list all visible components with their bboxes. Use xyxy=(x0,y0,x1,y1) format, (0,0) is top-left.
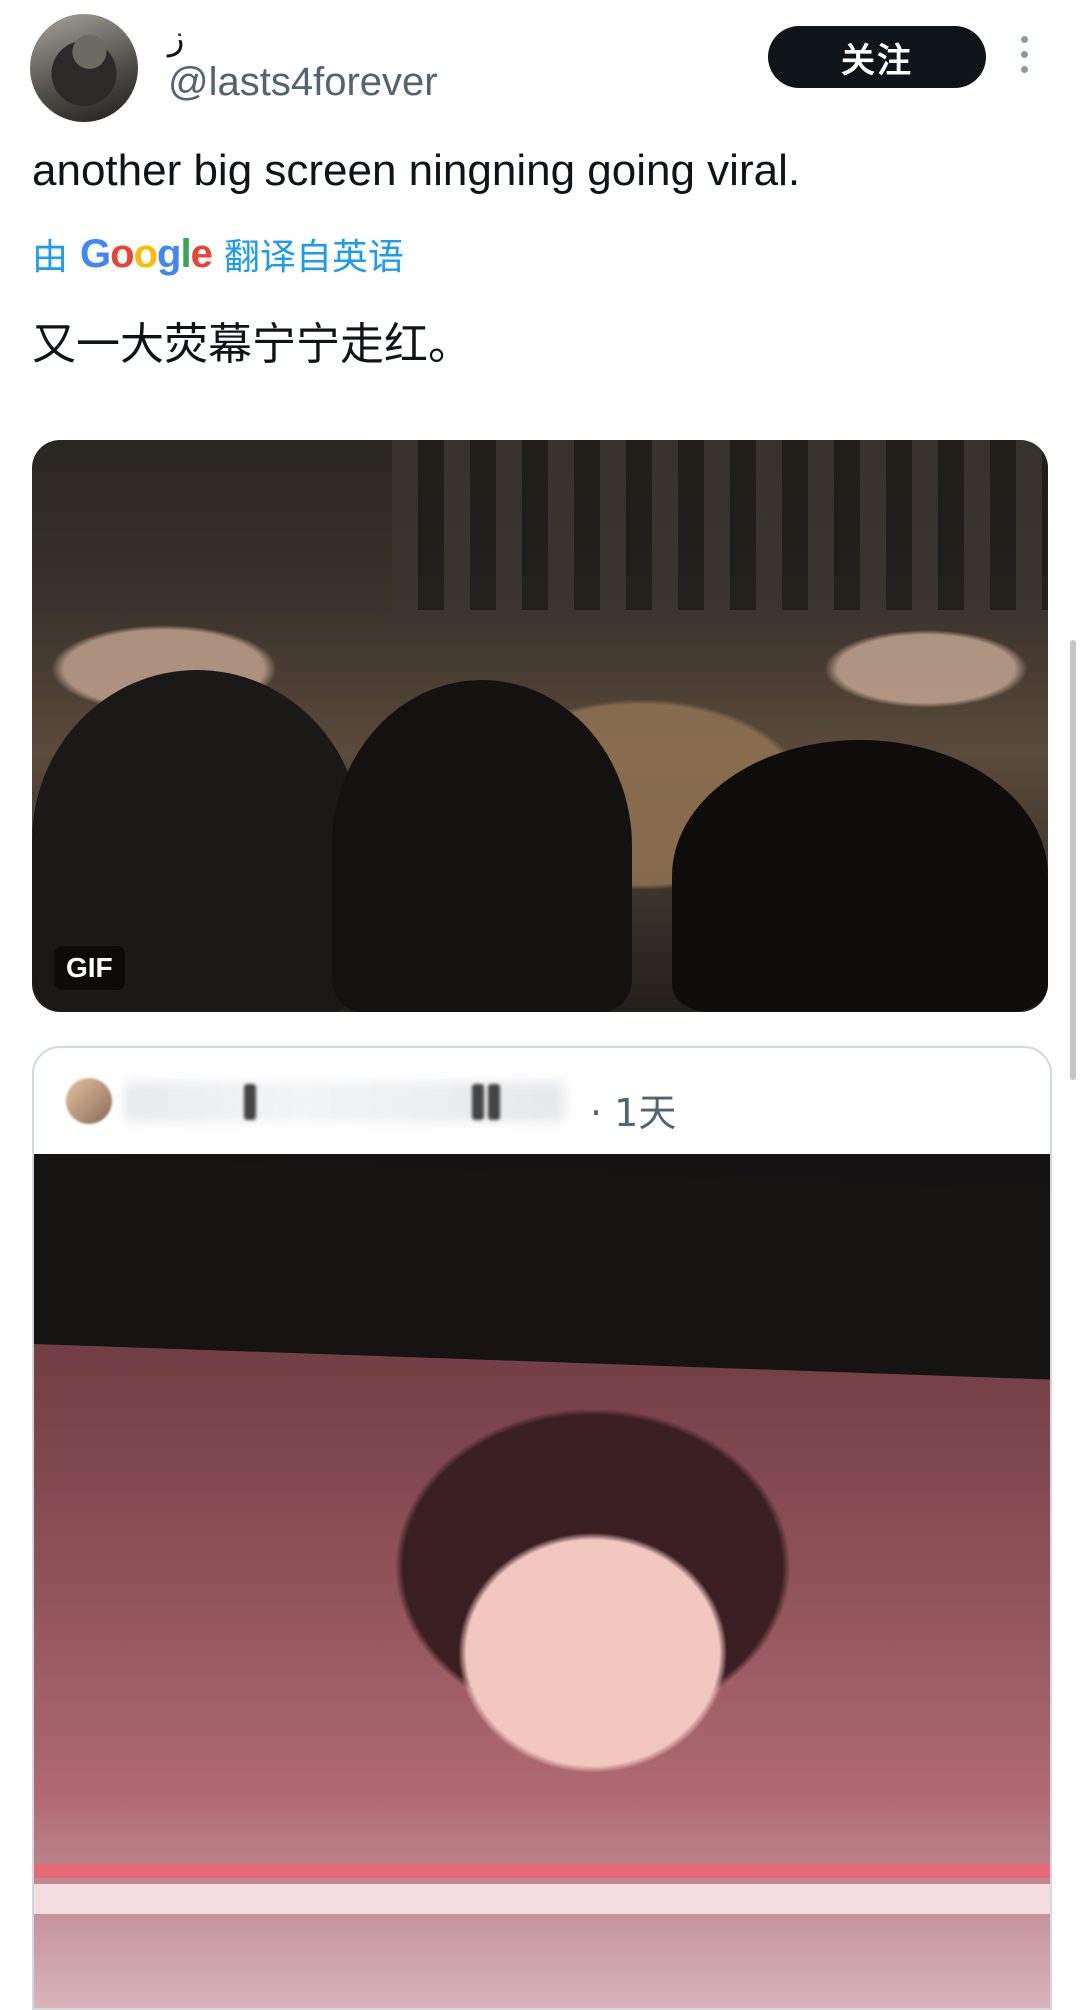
translation-attribution[interactable]: 由 Google 翻译自英语 xyxy=(32,228,404,280)
redaction-mark xyxy=(244,1084,256,1120)
redaction-mark xyxy=(488,1084,500,1120)
quoted-avatar xyxy=(66,1078,112,1124)
author-display-name[interactable]: ز xyxy=(168,18,184,58)
more-vertical-icon[interactable] xyxy=(1018,36,1030,80)
translate-suffix: 翻译自英语 xyxy=(223,237,404,278)
author-handle[interactable]: @lasts4forever xyxy=(168,60,438,105)
stage-truss xyxy=(34,1154,1050,1380)
media-figure-right xyxy=(672,740,1048,1012)
quoted-tweet-time: · 1天 xyxy=(590,1091,677,1135)
author-avatar[interactable] xyxy=(30,14,138,122)
gif-badge: GIF xyxy=(54,946,125,990)
translate-prefix: 由 xyxy=(32,237,69,278)
quoted-tweet-card[interactable]: · 1天 xyxy=(32,1046,1052,2010)
follow-button[interactable]: 关注 xyxy=(768,26,986,88)
quoted-tweet-image[interactable] xyxy=(34,1154,1050,2008)
translated-text: 又一大荧幕宁宁走红。 xyxy=(32,319,472,370)
tweet-text: another big screen ningning going viral. xyxy=(32,146,801,195)
stage-light xyxy=(34,1884,1050,1914)
stage-light xyxy=(34,1864,1050,1878)
media-background xyxy=(392,440,1048,610)
redaction-mark xyxy=(472,1084,484,1120)
scrollbar[interactable] xyxy=(1070,640,1076,1080)
quoted-tweet-header: · 1天 xyxy=(34,1048,1050,1154)
media-figure-center xyxy=(332,680,632,1012)
google-logo: Google xyxy=(80,231,213,276)
tweet-media-gif[interactable]: GIF xyxy=(32,440,1048,1012)
